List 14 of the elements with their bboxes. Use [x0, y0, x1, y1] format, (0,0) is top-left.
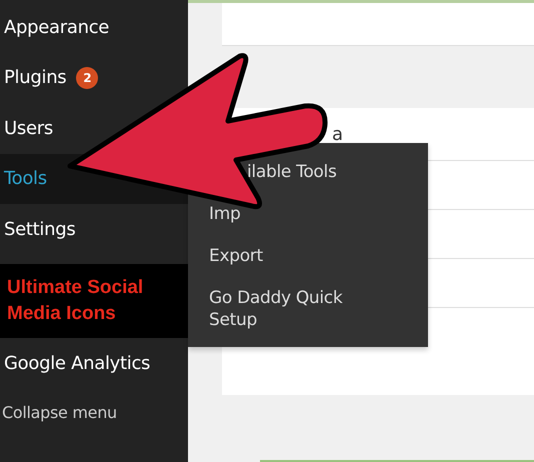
menu-item-label: Settings [4, 218, 76, 240]
count-badge: 2 [76, 66, 98, 89]
menu-item-label: Appearance [4, 16, 110, 38]
submenu-item[interactable]: Export [209, 245, 359, 267]
menu-item[interactable]: Ultimate Social Media Icons [0, 264, 188, 338]
submenu-item[interactable]: Imp [209, 203, 359, 225]
submenu-item[interactable]: ilable Tools [247, 161, 397, 183]
heading-text: a [332, 124, 344, 145]
submenu-item[interactable]: Go Daddy Quick Setup [209, 287, 359, 331]
menu-item-label: Plugins [4, 67, 66, 88]
menu-item-label: Users [4, 118, 53, 139]
menu-item-label: Google Analytics [4, 353, 150, 374]
menu-item-label: Tools [4, 168, 47, 190]
collapse-menu-link[interactable]: Collapse menu [0, 389, 188, 422]
